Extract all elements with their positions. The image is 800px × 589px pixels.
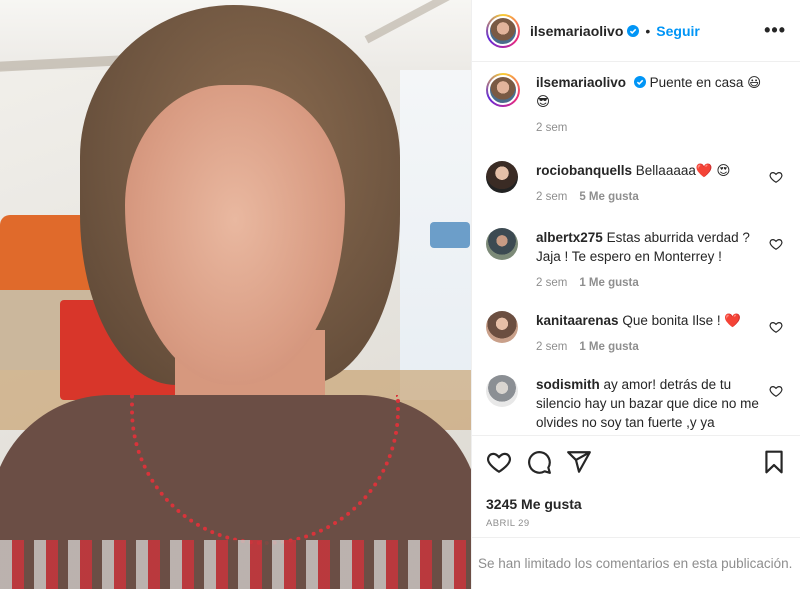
heart-icon[interactable]	[769, 320, 783, 334]
share-icon[interactable]	[566, 449, 592, 475]
comment-time[interactable]: 2 sem	[536, 341, 567, 353]
follow-button[interactable]: Seguir	[656, 23, 700, 39]
heart-icon[interactable]	[769, 170, 783, 184]
comment-text: Bellaaaaa❤️ 😍	[635, 163, 731, 178]
comments-limited-notice: Se han limitado los comentarios en esta …	[472, 537, 800, 589]
post-side-panel: ilsemariaolivo • Seguir ••• ilsemariaoli…	[471, 0, 800, 589]
verified-badge-icon	[633, 76, 646, 88]
commenter-avatar[interactable]	[486, 311, 518, 343]
commenter-username[interactable]: albertx275	[536, 230, 603, 245]
verified-badge-icon	[627, 24, 640, 37]
post-header: ilsemariaolivo • Seguir •••	[472, 0, 800, 62]
separator-dot: •	[645, 22, 651, 39]
comments-list[interactable]: ilsemariaolivo Puente en casa 😃 😎 2 sem …	[472, 63, 800, 435]
comment-item: rociobanquells Bellaaaaa❤️ 😍 2 sem 5 Me g…	[486, 161, 787, 228]
comment-item: albertx275 Estas aburrida verdad ? Jaja …	[486, 228, 787, 311]
post-caption: ilsemariaolivo Puente en casa 😃 😎 2 sem	[486, 73, 787, 153]
bookmark-icon[interactable]	[761, 449, 787, 475]
author-avatar[interactable]	[486, 13, 520, 48]
comment-likes[interactable]: 1 Me gusta	[579, 277, 638, 289]
commenter-username[interactable]: kanitaarenas	[536, 313, 619, 328]
comment-time[interactable]: 2 sem	[536, 191, 567, 203]
post-date[interactable]: ABRIL 29	[486, 518, 787, 529]
commenter-username[interactable]: rociobanquells	[536, 163, 632, 178]
heart-icon[interactable]	[769, 237, 783, 251]
commenter-avatar[interactable]	[486, 161, 518, 193]
commenter-avatar[interactable]	[486, 375, 518, 407]
heart-icon[interactable]	[769, 384, 783, 398]
caption-time[interactable]: 2 sem	[536, 122, 567, 134]
commenter-username[interactable]: sodismith	[536, 377, 600, 392]
caption-text: Puente en casa 😃	[649, 75, 762, 90]
post-actions: 3245 Me gusta ABRIL 29	[472, 435, 800, 529]
comment-time[interactable]: 2 sem	[536, 277, 567, 289]
commenter-avatar[interactable]	[486, 228, 518, 260]
caption-text-line2: 😎	[536, 94, 551, 109]
caption-avatar[interactable]	[486, 73, 520, 107]
likes-count[interactable]: 3245 Me gusta	[486, 496, 787, 512]
post-photo[interactable]	[0, 0, 471, 589]
author-username[interactable]: ilsemariaolivo	[530, 23, 623, 39]
caption-username[interactable]: ilsemariaolivo	[536, 75, 626, 90]
heart-icon[interactable]	[486, 449, 512, 475]
comment-icon[interactable]	[526, 449, 552, 475]
more-options-icon[interactable]: •••	[764, 20, 786, 41]
comment-item: sodismith ay amor! detrás de tu silencio…	[486, 375, 787, 435]
comment-item: kanitaarenas Que bonita Ilse ! ❤️ 2 sem 1…	[486, 311, 787, 375]
comment-likes[interactable]: 1 Me gusta	[579, 341, 638, 353]
comment-likes[interactable]: 5 Me gusta	[579, 191, 638, 203]
comment-text: Que bonita Ilse ! ❤️	[622, 313, 742, 328]
